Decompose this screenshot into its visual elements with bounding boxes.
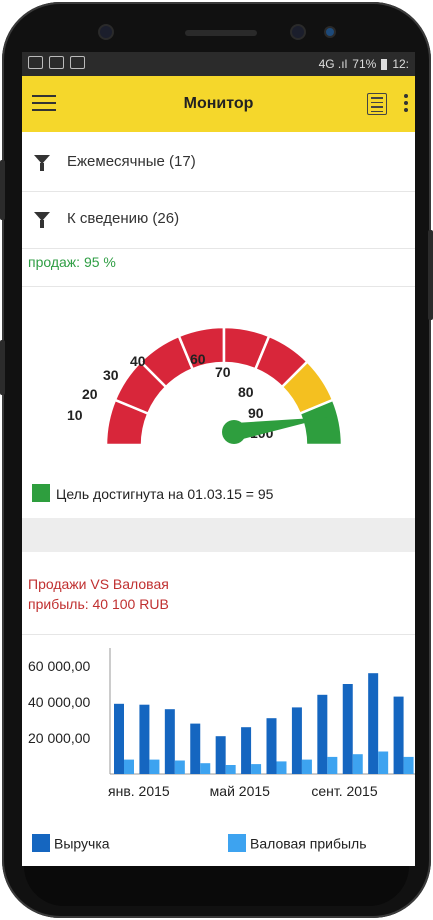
bar-gross-profit [200, 763, 211, 774]
divider [22, 634, 415, 635]
revenue-swatch [32, 834, 50, 853]
bar-revenue [241, 727, 252, 774]
bar-revenue [164, 709, 175, 774]
sales-title-line-1: Продажи VS Валовая [28, 576, 169, 592]
phone-chin [24, 866, 409, 906]
filter-label: К сведению (26) [67, 210, 180, 227]
list-view-icon[interactable] [367, 93, 387, 115]
goal-text: Цель достигнута на 01.03.15 = 95 [56, 486, 274, 502]
screen: 4G .ıl 71% 12: Монитор Ежемесячные (17) … [22, 52, 415, 866]
x-tick-label: янв. 2015 [108, 783, 170, 799]
bar-revenue [139, 704, 150, 774]
signal-indicator: 4G .ıl [318, 57, 348, 71]
front-camera-icon [100, 26, 112, 38]
filter-row-monthly[interactable]: Ежемесячные (17) [22, 136, 415, 192]
power-button [0, 340, 5, 395]
bar-gross-profit [403, 756, 414, 774]
gross-profit-swatch [228, 834, 246, 853]
bar-revenue [190, 723, 201, 774]
bar-gross-profit [327, 756, 338, 774]
gauge-tick-label: 40 [130, 353, 146, 369]
bar-gross-profit [352, 754, 363, 774]
bar-revenue [114, 703, 124, 774]
gauge-caption: продаж: 95 % [28, 254, 116, 270]
gauge-tick-label: 30 [103, 367, 119, 383]
bar-revenue [342, 684, 353, 774]
image-notification-icon [49, 56, 64, 69]
bar-revenue [215, 736, 226, 774]
legend-gross-profit-label: Валовая прибыль [250, 835, 367, 852]
sales-title-line-2: прибыль: 40 100 RUB [28, 596, 169, 612]
side-key [428, 230, 433, 320]
filter-icon [34, 155, 50, 171]
y-tick-label: 40 000,00 [28, 694, 90, 710]
sales-title: Продажи VS Валовая прибыль: 40 100 RUB [28, 574, 328, 614]
gauge-hub [222, 420, 246, 444]
bar-gross-profit [251, 764, 262, 774]
sensor-icon [292, 26, 304, 38]
gauge-tick-label: 90 [248, 405, 264, 421]
gauge-tick-label: 60 [190, 351, 206, 367]
iris-sensor-icon [326, 28, 334, 36]
bar-gross-profit [149, 759, 160, 774]
sales-bar-chart: 60 000,00 40 000,00 20 000,00 янв. 2015 май … [28, 648, 415, 799]
y-tick-label: 20 000,00 [28, 730, 90, 746]
bar-revenue [291, 707, 302, 774]
legend-revenue-label: Выручка [54, 835, 110, 852]
bar-gross-profit [378, 751, 389, 774]
divider [22, 286, 415, 287]
clock: 12: [392, 57, 409, 71]
earpiece-speaker [185, 30, 257, 36]
bar-gross-profit [124, 759, 134, 774]
battery-level: 71% [352, 57, 377, 71]
bar-revenue [393, 696, 404, 774]
status-bar: 4G .ıl 71% 12: [22, 52, 415, 76]
goal-legend-swatch [32, 484, 50, 502]
overflow-menu-icon[interactable] [403, 94, 409, 115]
gauge-tick-label: 70 [215, 364, 231, 380]
bar-gross-profit [174, 760, 185, 774]
section-separator [22, 518, 415, 552]
volume-button [0, 160, 5, 220]
y-tick-label: 60 000,00 [28, 658, 90, 674]
gauge-tick-label: 10 [67, 407, 83, 423]
bar-gross-profit [276, 761, 287, 774]
filter-icon [34, 212, 50, 228]
legend-revenue: Выручка [32, 834, 110, 853]
x-tick-label: май 2015 [210, 783, 270, 799]
filter-row-info[interactable]: К сведению (26) [22, 193, 415, 249]
battery-icon [381, 58, 388, 70]
x-tick-label: сент. 2015 [311, 783, 378, 799]
app-bar: Монитор [22, 76, 415, 132]
page-title: Монитор [183, 95, 254, 112]
gauge-tick-label: 20 [82, 386, 98, 402]
gauge-tick-label: 80 [238, 384, 254, 400]
bar-revenue [266, 718, 277, 774]
speedometer-gauge: 1020304060708090100 [67, 325, 344, 447]
bar-gross-profit [225, 765, 236, 774]
legend-gross-profit: Валовая прибыль [228, 834, 367, 853]
notification-icon [28, 56, 43, 69]
bar-revenue [317, 694, 328, 774]
filter-label: Ежемесячные (17) [67, 153, 196, 170]
mail-notification-icon [70, 56, 85, 69]
bar-gross-profit [301, 759, 312, 774]
bar-revenue [368, 673, 379, 774]
